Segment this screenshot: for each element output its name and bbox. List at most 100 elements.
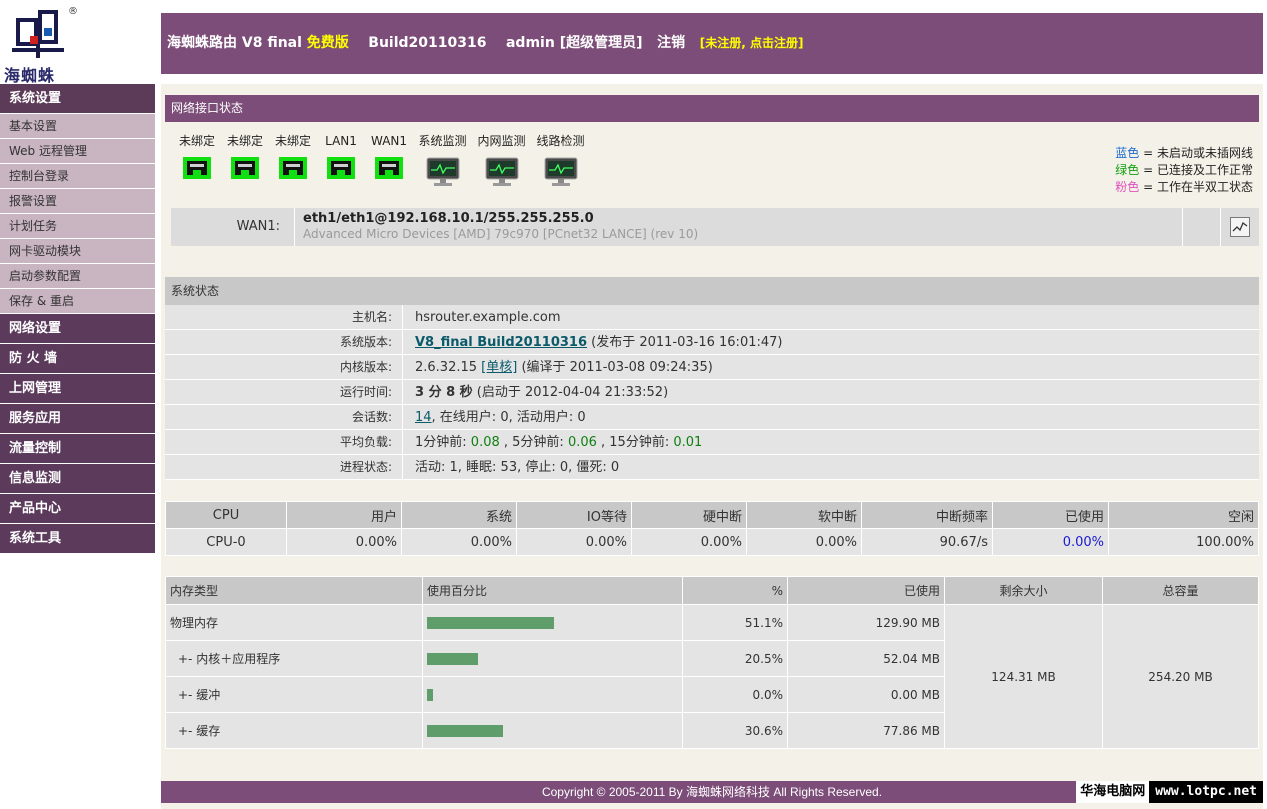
monitor-item[interactable]: 系统监测 xyxy=(413,131,472,187)
cpu-col-softirq: 软中断 xyxy=(746,501,862,529)
mem-percent: 0.0% xyxy=(682,676,788,713)
sidebar-category-internet-mgmt[interactable]: 上网管理 xyxy=(0,374,155,404)
mem-used: 52.04 MB xyxy=(787,640,945,677)
mem-col-total: 总容量 xyxy=(1102,576,1259,605)
kernel-label: 内核版本: xyxy=(165,355,403,379)
edition-badge: 免费版 xyxy=(306,35,349,51)
mem-used: 77.86 MB xyxy=(787,712,945,749)
sidebar-item-nic-driver[interactable]: 网卡驱动模块 xyxy=(0,239,155,264)
sidebar-item-web-remote[interactable]: Web 远程管理 xyxy=(0,139,155,164)
port-item[interactable]: 未绑定 xyxy=(269,131,317,187)
cpu-col-idle: 空闲 xyxy=(1108,501,1259,529)
load-1-label: 1分钟前: xyxy=(415,435,471,450)
uptime-start: (启动于 2012-04-04 21:33:52) xyxy=(472,385,669,400)
hostname-label: 主机名: xyxy=(165,305,403,329)
uptime-value: 3 分 8 秒 xyxy=(415,385,473,400)
sidebar-category-system-settings[interactable]: 系统设置 xyxy=(0,84,155,114)
port-item[interactable]: LAN1 xyxy=(317,131,365,187)
cpu-header-row: CPU 用户 系统 IO等待 硬中断 软中断 中断频率 已使用 空闲 xyxy=(165,501,1259,529)
cpu-used: 0.00% xyxy=(992,528,1109,556)
status-row-version: 系统版本: V8_final Build20110316 (发布于 2011-0… xyxy=(165,330,1259,355)
legend-green-word: 绿色 xyxy=(1115,163,1140,177)
port-label: 内网监测 xyxy=(477,134,526,148)
usage-bar xyxy=(427,652,478,665)
port-item[interactable]: 未绑定 xyxy=(221,131,269,187)
mem-total: 254.20 MB xyxy=(1102,604,1259,749)
status-row-sessions: 会话数: 14, 在线用户: 0, 活动用户: 0 xyxy=(165,405,1259,430)
register-link[interactable]: [未注册, 点击注册] xyxy=(700,36,804,50)
wan-info-row: WAN1: eth1/eth1@192.168.10.1/255.255.255… xyxy=(171,208,1259,246)
wan-spacer xyxy=(1183,208,1221,246)
network-interface-panel: 网络接口状态 未绑定 未绑定 未绑定 LAN1 WAN1 系统监测 内网监测 线路检测 蓝色 … xyxy=(165,95,1259,257)
mem-col-usage: 使用百分比 xyxy=(422,576,683,605)
mem-col-percent: % xyxy=(682,576,788,605)
usage-bar xyxy=(427,688,433,701)
mem-row: 物理内存 51.1% 129.90 MB 124.31 MB 254.20 MB xyxy=(165,604,1259,749)
port-label: 线路检测 xyxy=(536,134,585,148)
logout-link[interactable]: 注销 xyxy=(657,35,685,51)
cpu-softirq: 0.00% xyxy=(746,528,862,556)
color-legend: 蓝色 = 未启动或未插网线 绿色 = 已连接及工作正常 粉色 = 工作在半双工状… xyxy=(1115,145,1253,196)
sidebar-item-alarm-settings[interactable]: 报警设置 xyxy=(0,189,155,214)
port-list: 未绑定 未绑定 未绑定 LAN1 WAN1 系统监测 内网监测 线路检测 xyxy=(173,131,590,187)
uptime-label: 运行时间: xyxy=(165,380,403,404)
cpu-col-cpu: CPU xyxy=(165,501,287,529)
ethernet-port-icon xyxy=(221,157,269,179)
sidebar-item-basic-settings[interactable]: 基本设置 xyxy=(0,114,155,139)
sidebar-category-products[interactable]: 产品中心 xyxy=(0,494,155,524)
sidebar-category-tools[interactable]: 系统工具 xyxy=(0,524,155,554)
ethernet-port-icon xyxy=(269,157,317,179)
sidebar-category-network[interactable]: 网络设置 xyxy=(0,314,155,344)
wan-address: eth1/eth1@192.168.10.1/255.255.255.0 xyxy=(303,211,594,226)
port-label: WAN1 xyxy=(370,134,408,148)
wan-details: eth1/eth1@192.168.10.1/255.255.255.0 Adv… xyxy=(295,208,1183,246)
sidebar-category-services[interactable]: 服务应用 xyxy=(0,404,155,434)
monitor-item[interactable]: 线路检测 xyxy=(531,131,590,187)
version-link[interactable]: V8_final Build20110316 xyxy=(415,335,587,350)
cpu-system: 0.00% xyxy=(401,528,517,556)
monitor-item[interactable]: 内网监测 xyxy=(472,131,531,187)
kernel-core-link[interactable]: [单核] xyxy=(481,360,517,375)
cpu-col-user: 用户 xyxy=(286,501,402,529)
usage-bar xyxy=(427,616,554,629)
legend-pink-text: = 工作在半双工状态 xyxy=(1139,180,1253,194)
mem-usage-cell xyxy=(422,712,683,749)
load-15-label: , 15分钟前: xyxy=(596,435,674,450)
sidebar-item-boot-params[interactable]: 启动参数配置 xyxy=(0,264,155,289)
sidebar-category-traffic-control[interactable]: 流量控制 xyxy=(0,434,155,464)
sidebar: 系统设置 基本设置 Web 远程管理 控制台登录 报警设置 计划任务 网卡驱动模… xyxy=(0,84,155,554)
sidebar-category-firewall[interactable]: 防 火 墙 xyxy=(0,344,155,374)
system-status-panel: 系统状态 主机名: hsrouter.example.com 系统版本: V8_… xyxy=(165,277,1259,480)
product-name: 海蜘蛛路由 V8 final xyxy=(167,35,302,51)
sidebar-item-console-login[interactable]: 控制台登录 xyxy=(0,164,155,189)
cpu-col-hardirq: 硬中断 xyxy=(631,501,747,529)
sidebar-category-monitoring[interactable]: 信息监测 xyxy=(0,464,155,494)
port-label: LAN1 xyxy=(325,134,357,148)
port-label: 未绑定 xyxy=(226,134,263,148)
mem-type: +- 内核＋应用程序 xyxy=(165,640,423,677)
mem-type: 物理内存 xyxy=(165,604,423,641)
cpu-col-used: 已使用 xyxy=(992,501,1109,529)
load-1-value: 0.08 xyxy=(470,435,500,450)
kernel-version: 2.6.32.15 xyxy=(415,360,482,375)
cpu-col-irq-rate: 中断频率 xyxy=(861,501,993,529)
ethernet-port-icon xyxy=(173,157,221,179)
sidebar-item-save-restart[interactable]: 保存 & 重启 xyxy=(0,289,155,314)
sidebar-item-scheduled-tasks[interactable]: 计划任务 xyxy=(0,214,155,239)
logo-brand-text: 海蜘蛛 xyxy=(4,66,56,85)
port-item[interactable]: WAN1 xyxy=(365,131,413,187)
sessions-link[interactable]: 14 xyxy=(415,410,432,425)
cpu-name: CPU-0 xyxy=(165,528,287,556)
cpu-table: CPU 用户 系统 IO等待 硬中断 软中断 中断频率 已使用 空闲 CPU-0… xyxy=(165,501,1259,556)
mem-col-free: 剩余大小 xyxy=(944,576,1103,605)
process-label: 进程状态: xyxy=(165,455,403,479)
mem-free: 124.31 MB xyxy=(944,604,1103,749)
sessions-label: 会话数: xyxy=(165,405,403,429)
mem-usage-cell xyxy=(422,676,683,713)
port-item[interactable]: 未绑定 xyxy=(173,131,221,187)
cpu-col-system: 系统 xyxy=(401,501,517,529)
wan-device: Advanced Micro Devices [AMD] 79c970 [PCn… xyxy=(303,227,699,241)
usage-bar xyxy=(427,724,503,737)
mem-usage-cell xyxy=(422,604,683,641)
wan-graph-button[interactable] xyxy=(1221,208,1259,246)
